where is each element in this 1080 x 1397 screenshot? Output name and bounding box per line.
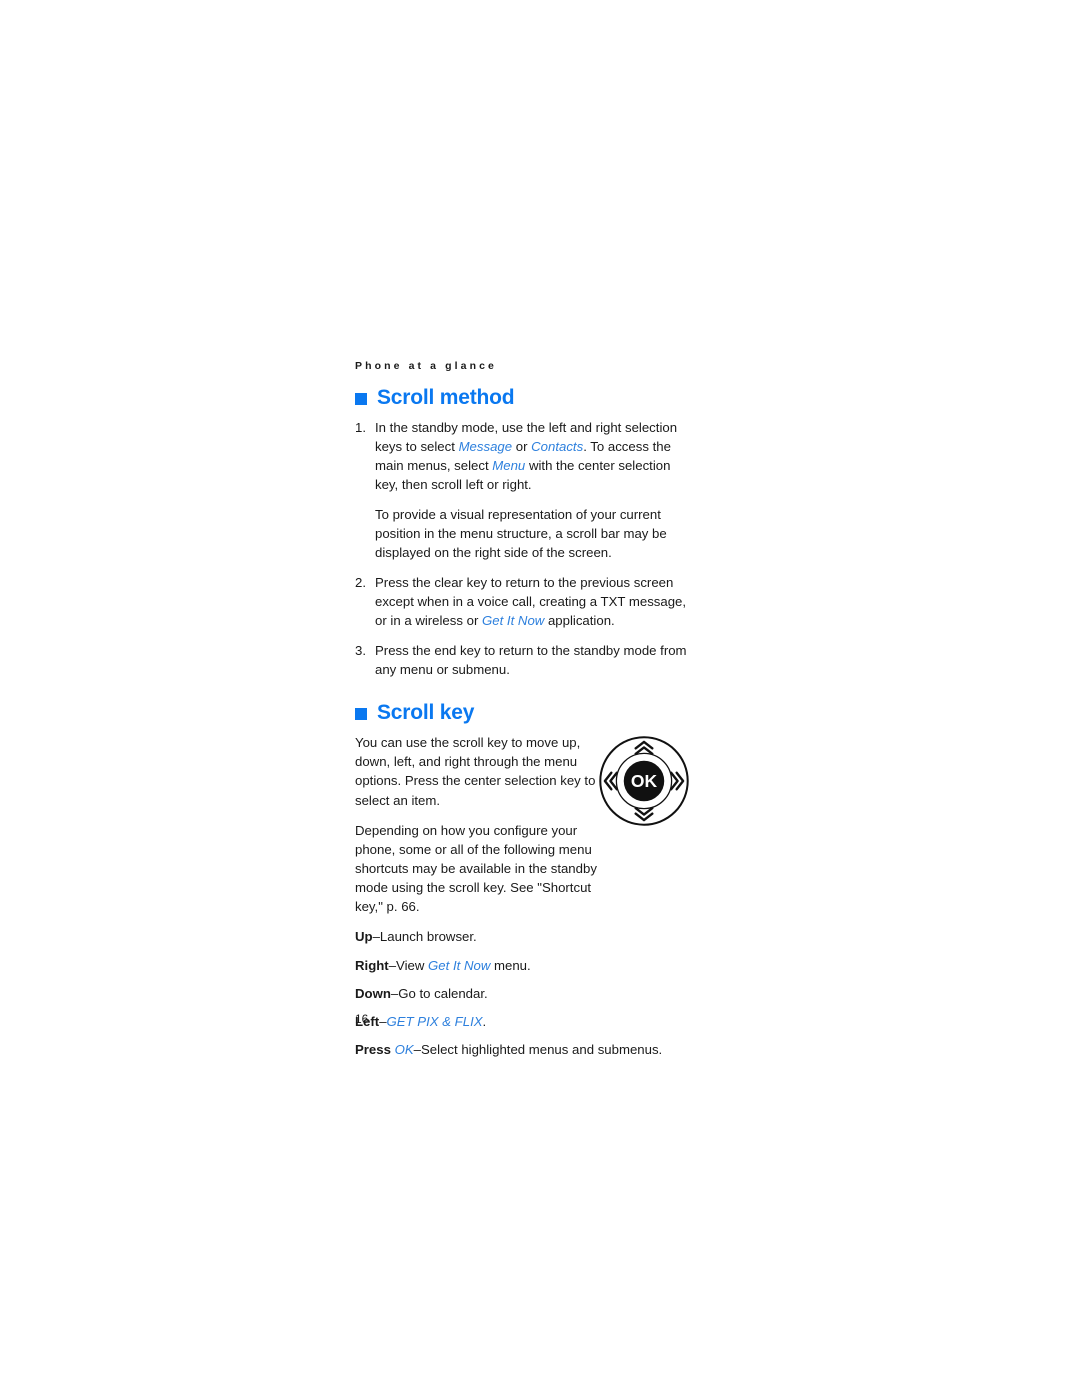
inline-text: Press the end key to return to the stand…	[375, 643, 687, 678]
section-heading-label: Scroll method	[377, 386, 515, 409]
inline-emphasis: Right	[355, 957, 389, 973]
section-scroll-key: Scroll key OK You can use the scroll key…	[355, 701, 695, 1059]
inline-text: –Go to calendar.	[390, 985, 488, 1001]
running-head: Phone at a glance	[355, 360, 497, 372]
inline-text: –	[379, 1013, 387, 1029]
scroll-key-diagram: OK	[598, 735, 690, 827]
step-number: 3.	[355, 643, 366, 659]
inline-text: menu.	[490, 957, 531, 973]
shortcut-item-up: Up–Launch browser.	[355, 927, 695, 946]
shortcut-item-left: Left–GET PIX & FLIX.	[355, 1012, 695, 1031]
inline-text: –Select highlighted menus and submenus.	[413, 1042, 663, 1058]
inline-reference: Get It Now	[482, 613, 545, 629]
inline-reference: Get It Now	[428, 957, 491, 973]
step-number: 1.	[355, 420, 366, 436]
inline-text: –Launch browser.	[372, 929, 477, 945]
page-content: Phone at a glance Scroll method 1. In th…	[355, 360, 695, 1068]
scroll-key-paragraph-1-wrap: You can use the scroll key to move up, d…	[355, 733, 598, 916]
inline-reference: Contacts	[531, 439, 584, 455]
inline-text: or	[512, 439, 532, 455]
numbered-step: 3. Press the end key to return to the st…	[355, 641, 695, 679]
shortcut-item-press-ok: Press OK–Select highlighted menus and su…	[355, 1040, 695, 1059]
inline-text: .	[482, 1013, 487, 1029]
shortcut-item-down: Down–Go to calendar.	[355, 984, 695, 1003]
inline-emphasis: Press	[355, 1042, 395, 1058]
inline-emphasis: Up	[355, 929, 373, 945]
inline-reference: GET PIX & FLIX	[386, 1013, 483, 1029]
inline-reference: Menu	[492, 458, 526, 474]
inline-emphasis: Down	[355, 985, 391, 1001]
page-number: 16	[355, 1012, 369, 1026]
numbered-step: 1. In the standby mode, use the left and…	[355, 418, 695, 494]
section-heading-scroll-key: Scroll key	[355, 701, 695, 724]
step-text: Press the clear key to return to the pre…	[375, 573, 695, 630]
inline-text: application.	[544, 613, 615, 629]
scroll-key-center-label: OK	[631, 771, 658, 791]
shortcut-key-list: Up–Launch browser. Right–View Get It Now…	[355, 927, 695, 1059]
scroll-key-paragraph-1: You can use the scroll key to move up, d…	[355, 735, 596, 808]
scroll-key-paragraph-2: Depending on how you configure your phon…	[355, 822, 597, 915]
section-heading-label: Scroll key	[377, 701, 475, 725]
numbered-step: 2. Press the clear key to return to the …	[355, 573, 695, 630]
step-text: Press the end key to return to the stand…	[375, 641, 695, 679]
filled-square-bullet-icon	[355, 707, 367, 720]
inline-reference: OK	[394, 1042, 414, 1058]
section-heading-scroll-method: Scroll method	[355, 386, 695, 409]
section-scroll-method: Scroll method 1. In the standby mode, us…	[355, 386, 695, 679]
shortcut-item-right: Right–View Get It Now menu.	[355, 956, 695, 975]
scroll-key-body: OK You can use the scroll key to move up…	[355, 733, 695, 1059]
step-text: In the standby mode, use the left and ri…	[375, 418, 695, 494]
document-page: Phone at a glance Scroll method 1. In th…	[0, 0, 1080, 1397]
step-number: 2.	[355, 575, 366, 591]
inline-reference: Message	[458, 439, 513, 455]
scroll-bar-note: To provide a visual representation of yo…	[375, 507, 667, 561]
inline-text: –View	[388, 957, 429, 973]
filled-square-bullet-icon	[355, 392, 367, 405]
